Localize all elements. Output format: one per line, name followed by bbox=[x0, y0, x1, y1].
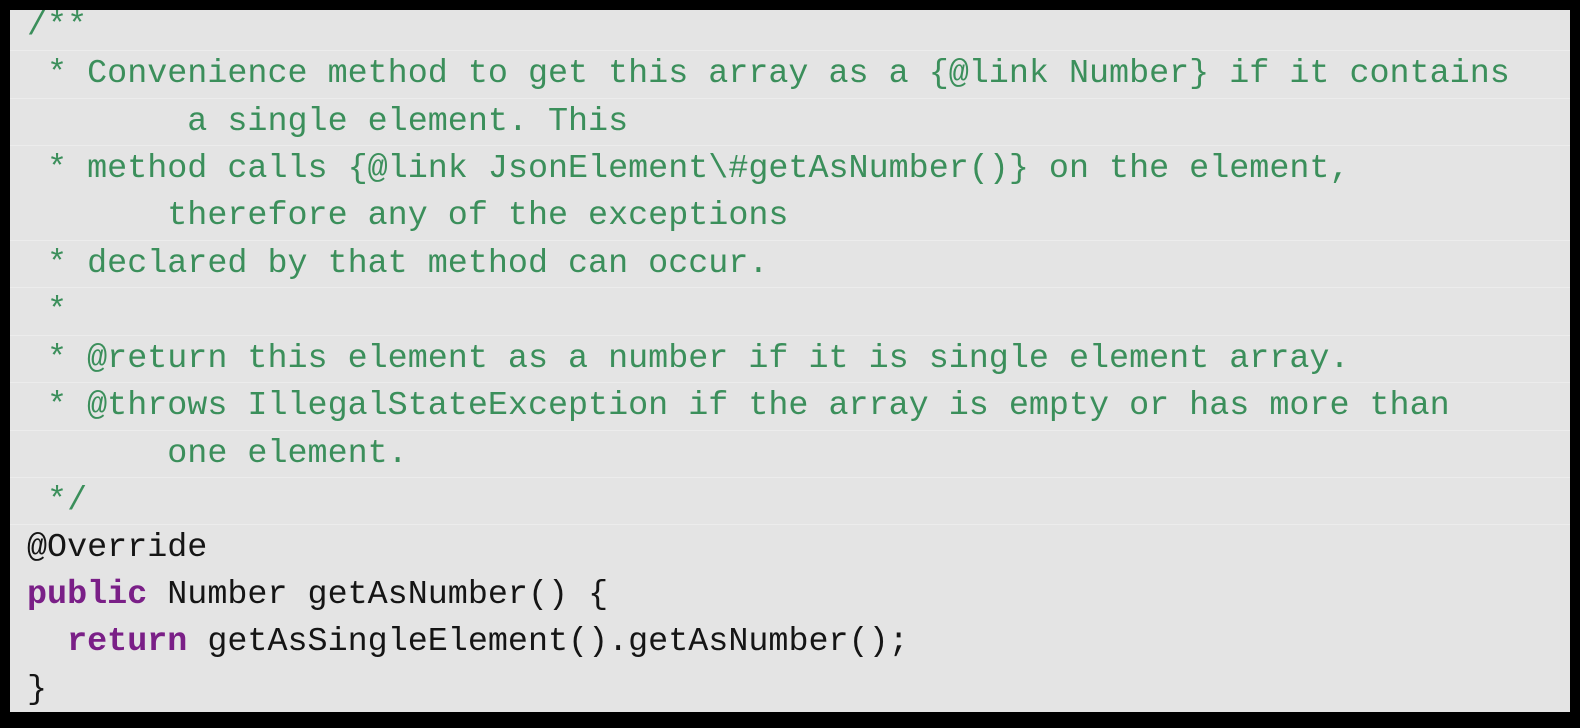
code-line-method-signature: public Number getAsNumber() { bbox=[10, 572, 1570, 619]
comment-text: * method calls {@link JsonElement\#getAs… bbox=[27, 150, 1350, 189]
code-line-javadoc: * Convenience method to get this array a… bbox=[10, 50, 1570, 97]
annotation-text: @Override bbox=[27, 529, 208, 568]
code-line-javadoc-open: /** bbox=[10, 10, 1570, 50]
code-line-javadoc-wrap: a single element. This bbox=[10, 97, 1570, 145]
comment-text: one element. bbox=[27, 434, 408, 473]
code-line-javadoc-wrap: one element. bbox=[10, 429, 1570, 477]
comment-text: * @return this element as a number if it… bbox=[27, 339, 1350, 378]
comment-text: * @throws IllegalStateException if the a… bbox=[27, 387, 1450, 426]
comment-text: a single element. This bbox=[27, 102, 629, 141]
code-line-javadoc: * method calls {@link JsonElement\#getAs… bbox=[10, 145, 1570, 192]
signature-text: Number getAsNumber() { bbox=[147, 575, 609, 614]
keyword-return: return bbox=[67, 623, 188, 662]
brace-text: } bbox=[27, 670, 48, 709]
statement-text: getAsSingleElement().getAsNumber(); bbox=[187, 623, 909, 662]
code-line-javadoc-throws: * @throws IllegalStateException if the a… bbox=[10, 382, 1570, 429]
code-line-javadoc: * bbox=[10, 287, 1570, 334]
code-line-javadoc: * declared by that method can occur. bbox=[10, 240, 1570, 287]
code-line-javadoc-wrap: therefore any of the exceptions bbox=[10, 193, 1570, 240]
comment-text: /** bbox=[27, 10, 88, 45]
comment-text: */ bbox=[27, 482, 88, 520]
code-line-annotation: @Override bbox=[10, 524, 1570, 571]
keyword-public: public bbox=[27, 575, 148, 614]
comment-text: * declared by that method can occur. bbox=[27, 245, 769, 283]
comment-text: * Convenience method to get this array a… bbox=[27, 55, 1510, 94]
code-line-closing-brace: } bbox=[10, 667, 1570, 712]
comment-text: * bbox=[27, 292, 68, 331]
code-line-javadoc-return: * @return this element as a number if it… bbox=[10, 334, 1570, 382]
code-line-javadoc-close: */ bbox=[10, 477, 1570, 524]
code-line-return-statement: return getAsSingleElement().getAsNumber(… bbox=[10, 619, 1570, 666]
code-editor: /** * Convenience method to get this arr… bbox=[10, 10, 1570, 712]
comment-text: therefore any of the exceptions bbox=[27, 196, 789, 235]
